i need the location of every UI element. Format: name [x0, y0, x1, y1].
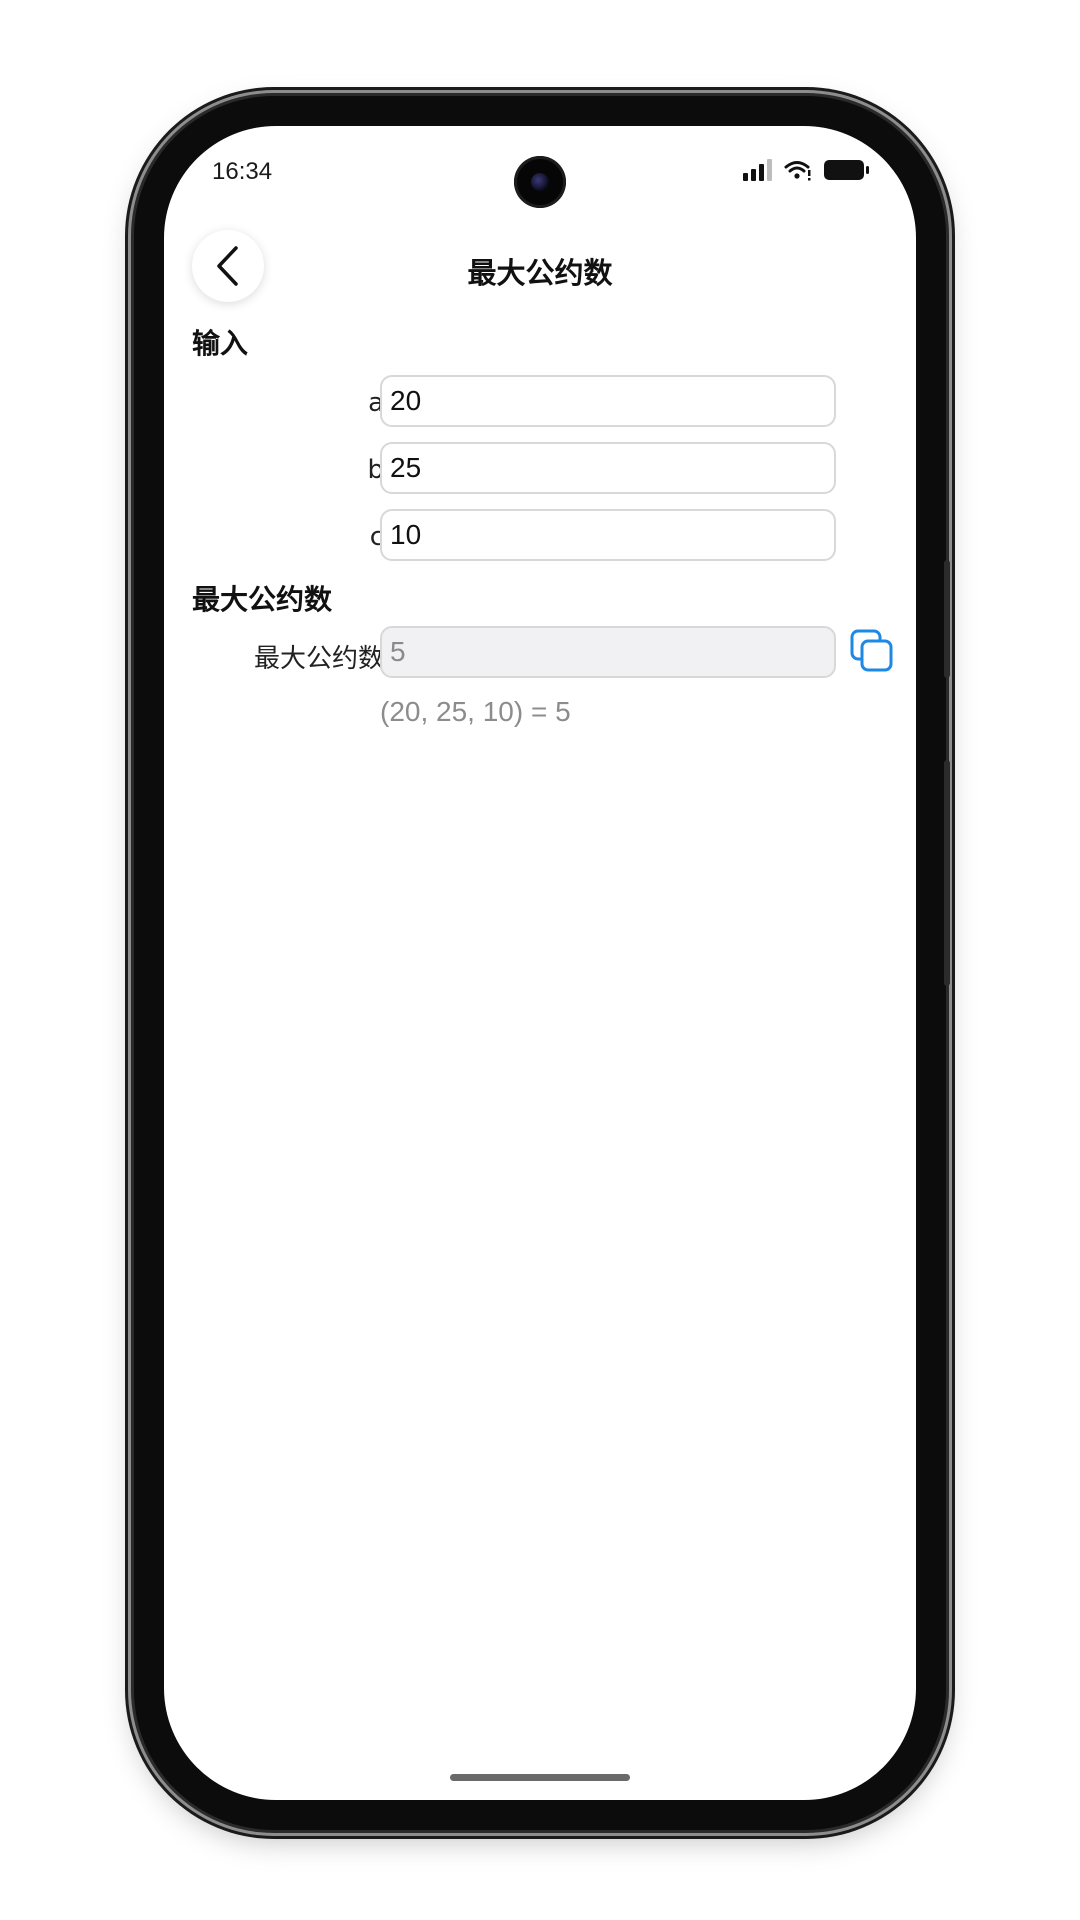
status-time: 16:34 [212, 158, 273, 185]
result-label: 最大公约数 [253, 644, 384, 674]
battery-icon [824, 160, 869, 180]
field-b-input[interactable] [380, 442, 836, 494]
copy-icon [850, 629, 893, 672]
field-c-input[interactable] [380, 509, 836, 561]
phone-screen: 16:34 最大公约数 输入 a 20 b 25 c 10 最大公约数 最大公约… [164, 126, 916, 1800]
page: 16:34 最大公约数 输入 a 20 b 25 c 10 最大公约数 最大公约… [0, 0, 1080, 1920]
signal-icon [743, 159, 772, 181]
field-a-label: a [368, 388, 384, 418]
result-section-title: 最大公约数 [192, 583, 333, 616]
field-b-label: b [367, 455, 384, 485]
power-button [944, 760, 950, 986]
status-icons [742, 158, 870, 182]
input-section-title: 输入 [192, 327, 249, 360]
front-camera [514, 156, 566, 208]
result-formula: (20, 25, 10) = 5 [380, 696, 571, 727]
field-c-label: c [369, 522, 384, 552]
copy-button[interactable] [850, 629, 894, 673]
field-a-input[interactable] [380, 375, 836, 427]
result-output[interactable] [380, 626, 836, 678]
volume-button [944, 560, 950, 678]
home-indicator[interactable] [450, 1774, 630, 1781]
wifi-icon [784, 161, 811, 181]
page-title: 最大公约数 [467, 256, 613, 290]
